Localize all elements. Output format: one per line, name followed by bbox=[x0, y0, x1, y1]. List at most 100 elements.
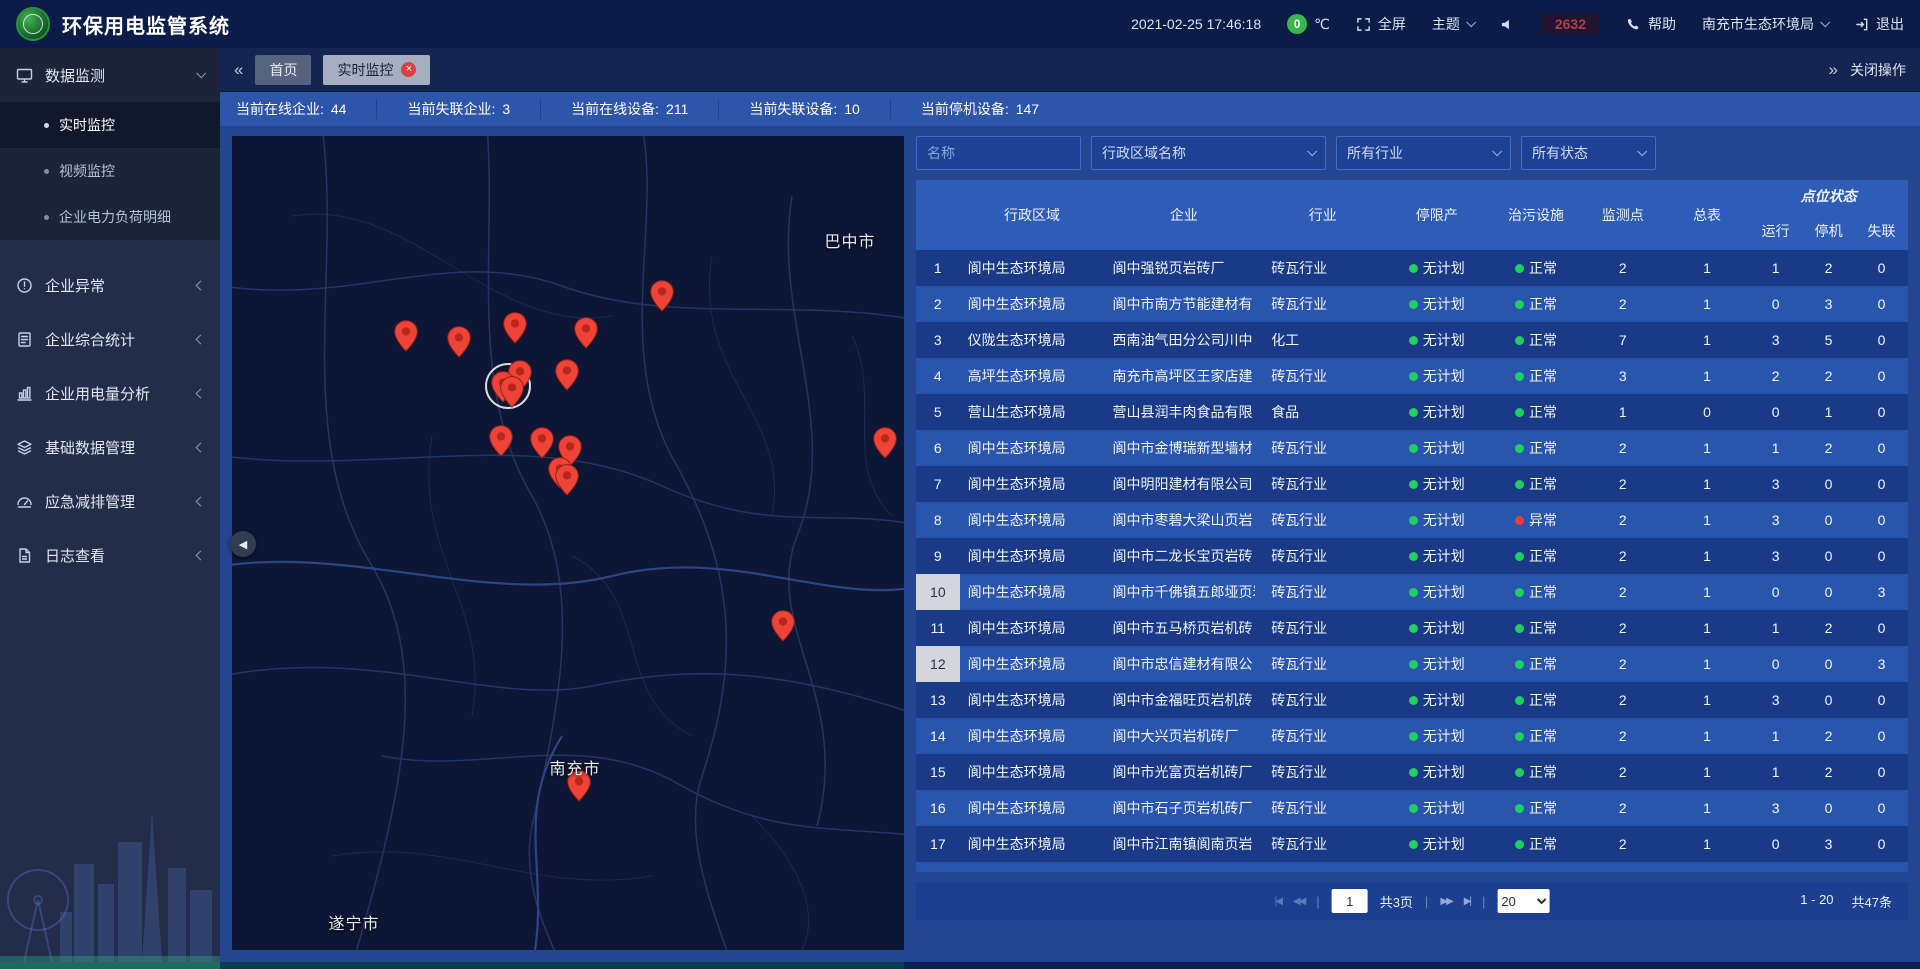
sidebar-item-enterprise-statistics[interactable]: 企业综合统计 bbox=[0, 312, 220, 366]
help-button[interactable]: 帮助 bbox=[1626, 14, 1676, 34]
cell-treatment: 正常 bbox=[1491, 862, 1580, 872]
tab-realtime-monitoring[interactable]: 实时监控 × bbox=[323, 55, 430, 85]
map-pin[interactable] bbox=[499, 376, 525, 408]
cell-restriction: 无计划 bbox=[1382, 250, 1491, 286]
cell-region: 阆中生态环境局 bbox=[960, 286, 1105, 322]
table-row[interactable]: 11阆中生态环境局阆中市五马桥页岩机砖砖瓦行业无计划正常21120 bbox=[916, 610, 1908, 646]
map-pin[interactable] bbox=[502, 312, 528, 344]
page-size-select[interactable]: 20 bbox=[1497, 889, 1549, 913]
table-row[interactable]: 6阆中生态环境局阆中市金博瑞新型墙材砖瓦行业无计划正常21120 bbox=[916, 430, 1908, 466]
map-pin[interactable] bbox=[554, 359, 580, 391]
cell-lost: 0 bbox=[1855, 322, 1908, 358]
cell-treatment: 正常 bbox=[1491, 322, 1580, 358]
cell-restriction: 无计划 bbox=[1382, 826, 1491, 862]
table-row[interactable]: 8阆中生态环境局阆中市枣碧大梁山页岩砖瓦行业无计划异常21300 bbox=[916, 502, 1908, 538]
status-dot bbox=[1515, 336, 1524, 345]
status-dot bbox=[1409, 624, 1418, 633]
sidebar-item-power-load-detail[interactable]: 企业电力负荷明细 bbox=[0, 194, 220, 240]
theme-dropdown[interactable]: 主题 bbox=[1432, 14, 1474, 34]
table-row[interactable]: 13阆中生态环境局阆中市金福旺页岩机砖砖瓦行业无计划正常21300 bbox=[916, 682, 1908, 718]
table-row[interactable]: 18南部生态环境局南部县建兴页岩砖厂砖瓦行业无计划正常21003 bbox=[916, 862, 1908, 872]
cell-meter: 1 bbox=[1665, 790, 1749, 826]
cell-seq: 17 bbox=[916, 826, 960, 862]
cell-lost: 0 bbox=[1855, 286, 1908, 322]
table-row[interactable]: 3仪陇生态环境局西南油气田分公司川中化工无计划正常71350 bbox=[916, 322, 1908, 358]
stats-bar: 当前在线企业:44 当前失联企业:3 当前在线设备:211 当前失联设备:10 … bbox=[220, 92, 1920, 126]
name-filter-input[interactable] bbox=[916, 136, 1081, 170]
table-row[interactable]: 1阆中生态环境局阆中强锐页岩砖厂砖瓦行业无计划正常21120 bbox=[916, 250, 1908, 286]
cell-stop: 5 bbox=[1802, 322, 1855, 358]
monitor-icon bbox=[16, 67, 34, 84]
table-row[interactable]: 16阆中生态环境局阆中市石子页岩机砖厂砖瓦行业无计划正常21300 bbox=[916, 790, 1908, 826]
map-pin[interactable] bbox=[529, 427, 555, 459]
table-row[interactable]: 7阆中生态环境局阆中明阳建材有限公司砖瓦行业无计划正常21300 bbox=[916, 466, 1908, 502]
page-number-input[interactable] bbox=[1332, 889, 1368, 913]
tab-home[interactable]: 首页 bbox=[255, 55, 311, 85]
region-filter-select[interactable]: 行政区域名称 bbox=[1091, 136, 1326, 170]
sidebar-item-data-monitoring[interactable]: 数据监测 bbox=[0, 48, 220, 102]
first-page-button[interactable]: |◀ bbox=[1275, 896, 1281, 907]
next-page-button[interactable]: ▶▶ bbox=[1440, 896, 1451, 907]
cell-seq: 5 bbox=[916, 394, 960, 430]
table-row[interactable]: 9阆中生态环境局阆中市二龙长宝页岩砖砖瓦行业无计划正常21300 bbox=[916, 538, 1908, 574]
logout-button[interactable]: 退出 bbox=[1854, 14, 1904, 34]
tab-scroll-right-icon[interactable]: » bbox=[1829, 60, 1838, 80]
cell-meter: 1 bbox=[1665, 754, 1749, 790]
close-operations-button[interactable]: 关闭操作 bbox=[1850, 60, 1906, 80]
last-page-button[interactable]: ▶| bbox=[1464, 896, 1470, 907]
table-row[interactable]: 15阆中生态环境局阆中市光富页岩机砖厂砖瓦行业无计划正常21120 bbox=[916, 754, 1908, 790]
cell-stop: 3 bbox=[1802, 826, 1855, 862]
cell-company: 南部县建兴页岩砖厂 bbox=[1104, 862, 1263, 872]
sidebar-item-realtime-monitoring[interactable]: 实时监控 bbox=[0, 102, 220, 148]
cell-meter: 1 bbox=[1665, 466, 1749, 502]
cell-lost: 3 bbox=[1855, 646, 1908, 682]
table-row[interactable]: 2阆中生态环境局阆中市南方节能建材有砖瓦行业无计划正常21030 bbox=[916, 286, 1908, 322]
sidebar-item-emergency-reduction[interactable]: 应急减排管理 bbox=[0, 474, 220, 528]
status-dot bbox=[1409, 264, 1418, 273]
industry-filter-select[interactable]: 所有行业 bbox=[1336, 136, 1511, 170]
sidebar-item-label: 数据监测 bbox=[45, 65, 105, 86]
map-pin[interactable] bbox=[649, 280, 675, 312]
close-icon[interactable]: × bbox=[401, 62, 416, 77]
status-filter-select[interactable]: 所有状态 bbox=[1521, 136, 1656, 170]
map-pin[interactable] bbox=[488, 425, 514, 457]
cell-region: 高坪生态环境局 bbox=[960, 358, 1105, 394]
map-pin[interactable] bbox=[770, 610, 796, 642]
table-row[interactable]: 14阆中生态环境局阆中大兴页岩机砖厂砖瓦行业无计划正常21120 bbox=[916, 718, 1908, 754]
map-pin[interactable] bbox=[573, 317, 599, 349]
org-dropdown[interactable]: 南充市生态环境局 bbox=[1702, 14, 1828, 34]
prev-page-button[interactable]: ◀◀ bbox=[1293, 896, 1304, 907]
map-pin[interactable] bbox=[393, 320, 419, 352]
table-row[interactable]: 5营山生态环境局营山县润丰肉食品有限食品无计划正常10010 bbox=[916, 394, 1908, 430]
alarm-count-badge[interactable]: 2632 bbox=[1541, 13, 1600, 35]
table-row[interactable]: 10阆中生态环境局阆中市千佛镇五郎垭页岩砖瓦行业无计划正常21003 bbox=[916, 574, 1908, 610]
map-collapse-button[interactable]: ◀ bbox=[230, 531, 256, 557]
sidebar-item-video-monitoring[interactable]: 视频监控 bbox=[0, 148, 220, 194]
table-row[interactable]: 4高坪生态环境局南充市高坪区王家店建砖瓦行业无计划正常31220 bbox=[916, 358, 1908, 394]
sidebar-item-enterprise-abnormal[interactable]: 企业异常 bbox=[0, 258, 220, 312]
status-dot bbox=[1515, 768, 1524, 777]
sidebar-item-base-data[interactable]: 基础数据管理 bbox=[0, 420, 220, 474]
map[interactable]: 巴中市南充市遂宁市 bbox=[232, 136, 904, 950]
cell-run: 3 bbox=[1749, 538, 1802, 574]
map-pin[interactable] bbox=[554, 464, 580, 496]
alert-icon bbox=[16, 277, 34, 294]
table-row[interactable]: 17阆中生态环境局阆中市江南镇阆南页岩砖瓦行业无计划正常21030 bbox=[916, 826, 1908, 862]
table-header: 行政区域 企业 行业 停限产 治污设施 监测点 总表 点位状态 运行 bbox=[916, 180, 1908, 250]
cell-industry: 砖瓦行业 bbox=[1263, 286, 1382, 322]
map-pin[interactable] bbox=[446, 326, 472, 358]
cell-treatment: 正常 bbox=[1491, 646, 1580, 682]
cell-company: 阆中市忠信建材有限公 bbox=[1104, 646, 1263, 682]
cell-region: 阆中生态环境局 bbox=[960, 430, 1105, 466]
alarm-button[interactable] bbox=[1500, 17, 1515, 32]
enterprise-table: 行政区域 企业 行业 停限产 治污设施 监测点 总表 点位状态 运行 bbox=[916, 180, 1908, 872]
table-row[interactable]: 12阆中生态环境局阆中市忠信建材有限公砖瓦行业无计划正常21003 bbox=[916, 646, 1908, 682]
sidebar-item-power-analysis[interactable]: 企业用电量分析 bbox=[0, 366, 220, 420]
tab-scroll-left-icon[interactable]: « bbox=[234, 60, 243, 80]
fullscreen-button[interactable]: 全屏 bbox=[1356, 14, 1406, 34]
sidebar-item-logs[interactable]: 日志查看 bbox=[0, 528, 220, 582]
map-pin[interactable] bbox=[872, 427, 898, 459]
map-city-label: 遂宁市 bbox=[328, 910, 379, 934]
chevron-left-icon bbox=[196, 280, 206, 290]
cell-stop: 2 bbox=[1802, 718, 1855, 754]
